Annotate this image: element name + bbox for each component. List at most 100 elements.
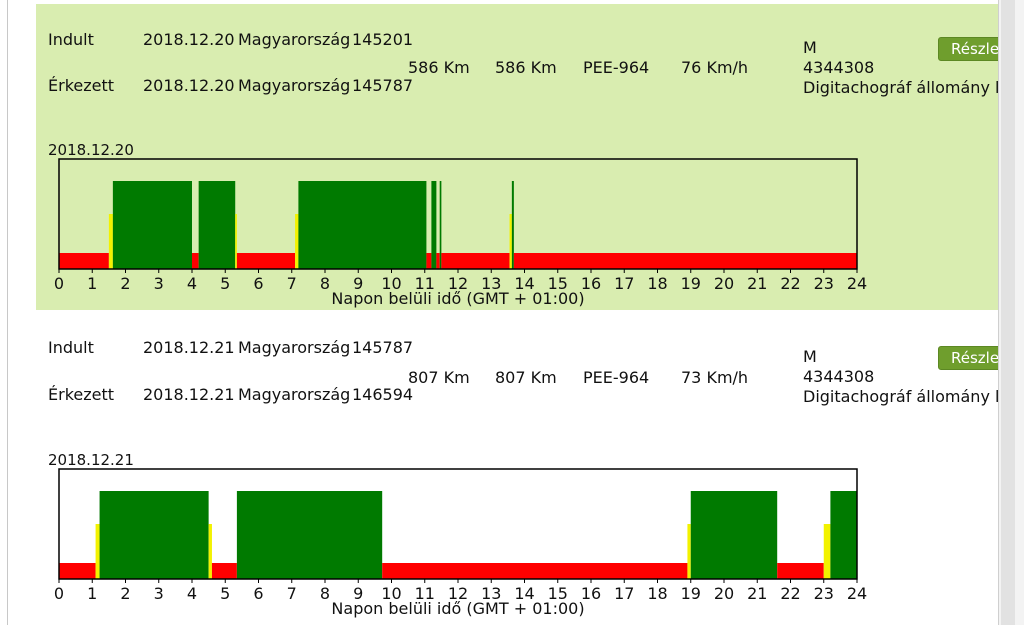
file-download-label[interactable]: Digitachográf állomány letö bbox=[803, 79, 998, 97]
trip-entry-2: Indult 2018.12.21 Magyarország 145787 Ér… bbox=[36, 313, 998, 625]
hour-tick-label: 17 bbox=[614, 584, 634, 603]
activity-timeline-chart: 0 1 2 3 4 5 6 7 8 9 10 11 12 13 14 15 16 17 18 19 20 21 22 23 24… bbox=[54, 158, 867, 308]
activity-segment-drive bbox=[511, 181, 514, 269]
start-odometer: 145201 bbox=[352, 30, 414, 49]
activity-segment-rest bbox=[382, 563, 688, 579]
activity-segment-rest bbox=[59, 253, 109, 269]
hour-tick-label: 21 bbox=[747, 584, 767, 603]
start-odometer: 145787 bbox=[352, 338, 414, 357]
axis-title: Napon belüli idő (GMT + 01:00) bbox=[331, 599, 584, 618]
activity-segment-drive bbox=[99, 491, 209, 579]
activity-segment-rest bbox=[426, 253, 432, 269]
activity-segment-rest bbox=[59, 563, 96, 579]
vehicle-plate: PEE-964 bbox=[583, 368, 650, 387]
vehicle-plate: PEE-964 bbox=[583, 58, 650, 77]
start-date: 2018.12.20 bbox=[143, 30, 235, 49]
max-speed: 76 Km/h bbox=[681, 58, 749, 77]
activity-segment-drive bbox=[298, 181, 427, 269]
hour-tick-label: 19 bbox=[681, 584, 701, 603]
vertical-scrollbar[interactable] bbox=[998, 0, 1024, 625]
activity-segment-drive bbox=[439, 181, 442, 269]
activity-segment-drive bbox=[198, 181, 236, 269]
distance-1: 586 Km bbox=[408, 58, 470, 77]
hour-tick-label: 18 bbox=[647, 274, 667, 293]
file-download-label[interactable]: Digitachográf állomány letö bbox=[803, 388, 998, 406]
activity-segment-avail bbox=[108, 214, 113, 269]
max-speed: 73 Km/h bbox=[681, 368, 749, 387]
activity-segment-avail bbox=[295, 214, 299, 269]
activity-segment-drive bbox=[236, 491, 383, 579]
start-country: Magyarország bbox=[238, 338, 351, 357]
hour-tick-label: 20 bbox=[714, 584, 734, 603]
distance-1: 807 Km bbox=[408, 368, 470, 387]
card-id: 4344308 bbox=[803, 58, 875, 77]
start-label: Indult bbox=[48, 30, 94, 49]
hour-tick-label: 19 bbox=[681, 274, 701, 293]
activity-segment-avail bbox=[687, 524, 691, 579]
end-odometer: 145787 bbox=[352, 76, 414, 95]
start-label: Indult bbox=[48, 338, 94, 357]
hour-tick-label: 17 bbox=[614, 274, 634, 293]
start-country: Magyarország bbox=[238, 30, 351, 49]
hour-tick-label: 24 bbox=[847, 584, 867, 603]
hour-tick-label: 4 bbox=[187, 274, 197, 293]
hour-tick-label: 2 bbox=[120, 584, 130, 603]
hour-tick-label: 6 bbox=[253, 584, 263, 603]
hour-tick-label: 0 bbox=[54, 274, 64, 293]
hour-tick-label: 0 bbox=[54, 584, 64, 603]
hour-tick-label: 7 bbox=[287, 584, 297, 603]
trip-entry-1: Indult 2018.12.20 Magyarország 145201 Ér… bbox=[36, 4, 998, 310]
hour-tick-label: 1 bbox=[87, 584, 97, 603]
hour-tick-label: 5 bbox=[220, 584, 230, 603]
end-odometer: 146594 bbox=[352, 385, 414, 404]
activity-segment-avail bbox=[235, 214, 237, 269]
hour-tick-label: 23 bbox=[814, 584, 834, 603]
details-button[interactable]: Részlet bbox=[938, 346, 998, 370]
activity-segment-avail bbox=[823, 524, 831, 579]
hour-tick-label: 22 bbox=[780, 584, 800, 603]
activity-segment-rest bbox=[236, 253, 296, 269]
hour-tick-label: 3 bbox=[154, 274, 164, 293]
activity-segment-rest bbox=[192, 253, 199, 269]
hour-tick-label: 4 bbox=[187, 584, 197, 603]
end-date: 2018.12.20 bbox=[143, 76, 235, 95]
end-country: Magyarország bbox=[238, 385, 351, 404]
distance-2: 807 Km bbox=[495, 368, 557, 387]
end-country: Magyarország bbox=[238, 76, 351, 95]
activity-segment-rest bbox=[513, 253, 857, 269]
axis-title: Napon belüli idő (GMT + 01:00) bbox=[331, 289, 584, 308]
record-type: M bbox=[803, 38, 817, 57]
activity-segment-avail bbox=[95, 524, 100, 579]
distance-2: 586 Km bbox=[495, 58, 557, 77]
hour-tick-label: 1 bbox=[87, 274, 97, 293]
activity-segment-avail bbox=[509, 214, 512, 269]
activity-segment-drive bbox=[431, 181, 437, 269]
hour-tick-label: 22 bbox=[780, 274, 800, 293]
hour-tick-label: 3 bbox=[154, 584, 164, 603]
end-label: Érkezett bbox=[48, 385, 115, 404]
hour-tick-label: 20 bbox=[714, 274, 734, 293]
record-type: M bbox=[803, 347, 817, 366]
activity-segment-drive bbox=[112, 181, 192, 269]
activity-segment-rest bbox=[441, 253, 510, 269]
hour-tick-label: 6 bbox=[253, 274, 263, 293]
details-button[interactable]: Részlet bbox=[938, 37, 998, 61]
activity-segment-drive bbox=[830, 491, 857, 579]
hour-tick-label: 18 bbox=[647, 584, 667, 603]
card-id: 4344308 bbox=[803, 367, 875, 386]
left-border bbox=[7, 0, 8, 625]
hour-tick-label: 7 bbox=[287, 274, 297, 293]
activity-segment-drive bbox=[690, 491, 778, 579]
hour-tick-label: 2 bbox=[120, 274, 130, 293]
activity-timeline-chart: 0 1 2 3 4 5 6 7 8 9 10 11 12 13 14 15 16 17 18 19 20 21 22 23 24… bbox=[54, 468, 867, 618]
activity-segment-rest bbox=[436, 253, 440, 269]
hour-tick-label: 24 bbox=[847, 274, 867, 293]
hour-tick-label: 8 bbox=[320, 584, 330, 603]
activity-segment-rest bbox=[211, 563, 237, 579]
hour-tick-label: 21 bbox=[747, 274, 767, 293]
scrollbar-thumb[interactable] bbox=[1001, 0, 1015, 625]
activity-segment-avail bbox=[208, 524, 212, 579]
hour-tick-label: 23 bbox=[814, 274, 834, 293]
end-label: Érkezett bbox=[48, 76, 115, 95]
hour-tick-label: 8 bbox=[320, 274, 330, 293]
